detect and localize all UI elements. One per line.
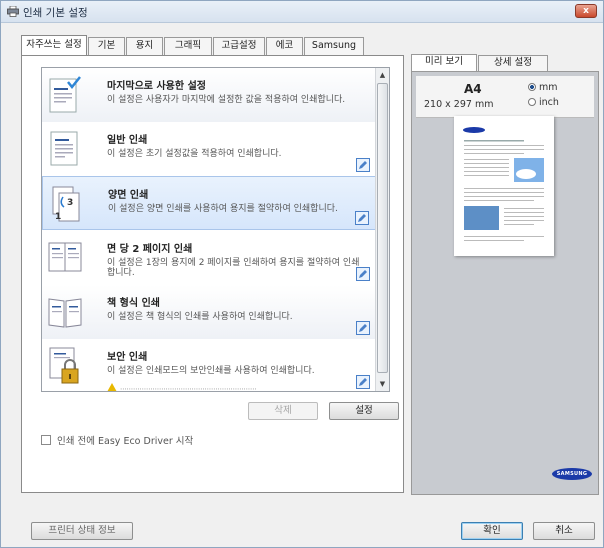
unit-mm-radio[interactable] bbox=[528, 83, 536, 91]
tab-graphics[interactable]: 그래픽 bbox=[164, 37, 212, 55]
list-item-secure-print[interactable]: 보안 인쇄 이 설정은 인쇄모드의 보안인쇄를 사용하여 인쇄합니다. ⋯⋯⋯⋯… bbox=[42, 339, 376, 391]
item-title: 마지막으로 사용한 설정 bbox=[107, 81, 206, 92]
scroll-down-icon[interactable]: ▼ bbox=[376, 377, 389, 391]
close-button[interactable]: x bbox=[575, 4, 597, 18]
item-description: 이 설정은 초기 설정값을 적용하여 인쇄합니다. bbox=[107, 149, 282, 159]
last-used-settings-icon bbox=[49, 76, 81, 113]
item-title: 책 형식 인쇄 bbox=[107, 298, 160, 309]
warning-icon bbox=[107, 383, 117, 391]
window-title: 인쇄 기본 설정 bbox=[23, 7, 88, 19]
item-description: 이 설정은 양면 인쇄를 사용하여 용지를 절약하여 인쇄합니다. bbox=[108, 204, 338, 214]
samsung-logo: SAMSUNG bbox=[552, 468, 592, 480]
tab-basic[interactable]: 기본 bbox=[88, 37, 125, 55]
unit-mm-option[interactable]: mm bbox=[528, 82, 558, 93]
edit-icon[interactable] bbox=[356, 375, 370, 389]
item-description: 이 설정은 1장의 용지에 2 페이지를 인쇄하여 용지를 절약하여 인쇄합니다… bbox=[107, 258, 360, 278]
tab-preview[interactable]: 미리 보기 bbox=[411, 54, 477, 71]
list-item-duplex-print[interactable]: 3 1 양면 인쇄 이 설정은 양면 인쇄를 사용하여 용지를 절약하여 인쇄합… bbox=[42, 176, 376, 230]
title-bar: 인쇄 기본 설정 x bbox=[1, 1, 603, 23]
scroll-up-icon[interactable]: ▲ bbox=[376, 68, 389, 82]
two-pages-per-side-icon bbox=[48, 242, 82, 272]
tab-samsung[interactable]: Samsung bbox=[304, 37, 364, 55]
svg-text:3: 3 bbox=[67, 198, 73, 208]
cancel-button[interactable]: 취소 bbox=[533, 522, 595, 540]
item-description: 이 설정은 책 형식의 인쇄를 사용하여 인쇄합니다. bbox=[107, 312, 293, 322]
list-item-last-used[interactable]: 마지막으로 사용한 설정 이 설정은 사용자가 마지막에 설정한 값을 적용하여… bbox=[42, 68, 376, 122]
unit-mm-label: mm bbox=[539, 82, 558, 93]
secure-print-warning: ⋯⋯⋯⋯⋯⋯⋯⋯⋯⋯⋯⋯⋯⋯⋯⋯⋯⋯⋯⋯⋯ bbox=[107, 383, 367, 391]
booklet-print-icon bbox=[48, 298, 82, 328]
item-description: 이 설정은 인쇄모드의 보안인쇄를 사용하여 인쇄합니다. bbox=[107, 366, 315, 376]
easy-eco-checkbox[interactable] bbox=[41, 435, 51, 445]
unit-inch-radio[interactable] bbox=[528, 98, 536, 106]
print-preferences-dialog: 인쇄 기본 설정 x 자주쓰는 설정 기본 용지 그래픽 고급설정 에코 Sam… bbox=[0, 0, 604, 548]
favorites-list: 마지막으로 사용한 설정 이 설정은 사용자가 마지막에 설정한 값을 적용하여… bbox=[41, 67, 390, 392]
edit-icon[interactable] bbox=[356, 321, 370, 335]
unit-inch-label: inch bbox=[539, 97, 559, 108]
tab-favorites[interactable]: 자주쓰는 설정 bbox=[21, 35, 87, 55]
tab-detail-settings[interactable]: 상세 설정 bbox=[478, 55, 548, 71]
paper-size-info: A4 210 x 297 mm mm inch bbox=[416, 76, 594, 118]
item-title: 양면 인쇄 bbox=[108, 190, 149, 201]
vertical-scrollbar[interactable]: ▲ ▼ bbox=[375, 68, 389, 391]
preview-panel: A4 210 x 297 mm mm inch SAMSUNG bbox=[411, 71, 599, 495]
list-item-two-pages-per-side[interactable]: 면 당 2 페이지 인쇄 이 설정은 1장의 용지에 2 페이지를 인쇄하여 용… bbox=[42, 231, 376, 285]
list-item-normal-print[interactable]: 일반 인쇄 이 설정은 초기 설정값을 적용하여 인쇄합니다. bbox=[42, 122, 376, 176]
unit-inch-option[interactable]: inch bbox=[528, 97, 559, 108]
normal-print-icon bbox=[50, 131, 78, 166]
printer-status-button[interactable]: 프린터 상태 정보 bbox=[31, 522, 133, 540]
secure-print-icon bbox=[49, 347, 79, 384]
paper-dimensions: 210 x 297 mm bbox=[424, 99, 494, 110]
tab-paper[interactable]: 용지 bbox=[126, 37, 163, 55]
easy-eco-option[interactable]: 인쇄 전에 Easy Eco Driver 시작 bbox=[41, 433, 193, 447]
item-title: 일반 인쇄 bbox=[107, 135, 148, 146]
tab-advanced[interactable]: 고급설정 bbox=[213, 37, 265, 55]
scroll-thumb[interactable] bbox=[377, 83, 388, 373]
edit-icon[interactable] bbox=[355, 211, 369, 225]
list-item-booklet-print[interactable]: 책 형식 인쇄 이 설정은 책 형식의 인쇄를 사용하여 인쇄합니다. bbox=[42, 285, 376, 339]
page-preview-image bbox=[454, 116, 554, 256]
favorites-panel: 마지막으로 사용한 설정 이 설정은 사용자가 마지막에 설정한 값을 적용하여… bbox=[21, 55, 404, 493]
edit-icon[interactable] bbox=[356, 158, 370, 172]
easy-eco-label: 인쇄 전에 Easy Eco Driver 시작 bbox=[57, 436, 194, 447]
edit-icon[interactable] bbox=[356, 267, 370, 281]
svg-text:1: 1 bbox=[55, 212, 61, 222]
paper-size-name: A4 bbox=[464, 82, 482, 96]
item-title: 보안 인쇄 bbox=[107, 352, 148, 363]
settings-button[interactable]: 설정 bbox=[329, 402, 399, 420]
item-title: 면 당 2 페이지 인쇄 bbox=[107, 244, 193, 255]
delete-button[interactable]: 삭제 bbox=[248, 402, 318, 420]
ok-button[interactable]: 확인 bbox=[461, 522, 523, 540]
printer-icon bbox=[7, 6, 19, 17]
duplex-print-icon: 3 1 bbox=[52, 186, 80, 222]
item-description: 이 설정은 사용자가 마지막에 설정한 값을 적용하여 인쇄합니다. bbox=[107, 95, 346, 105]
tab-eco[interactable]: 에코 bbox=[266, 37, 303, 55]
